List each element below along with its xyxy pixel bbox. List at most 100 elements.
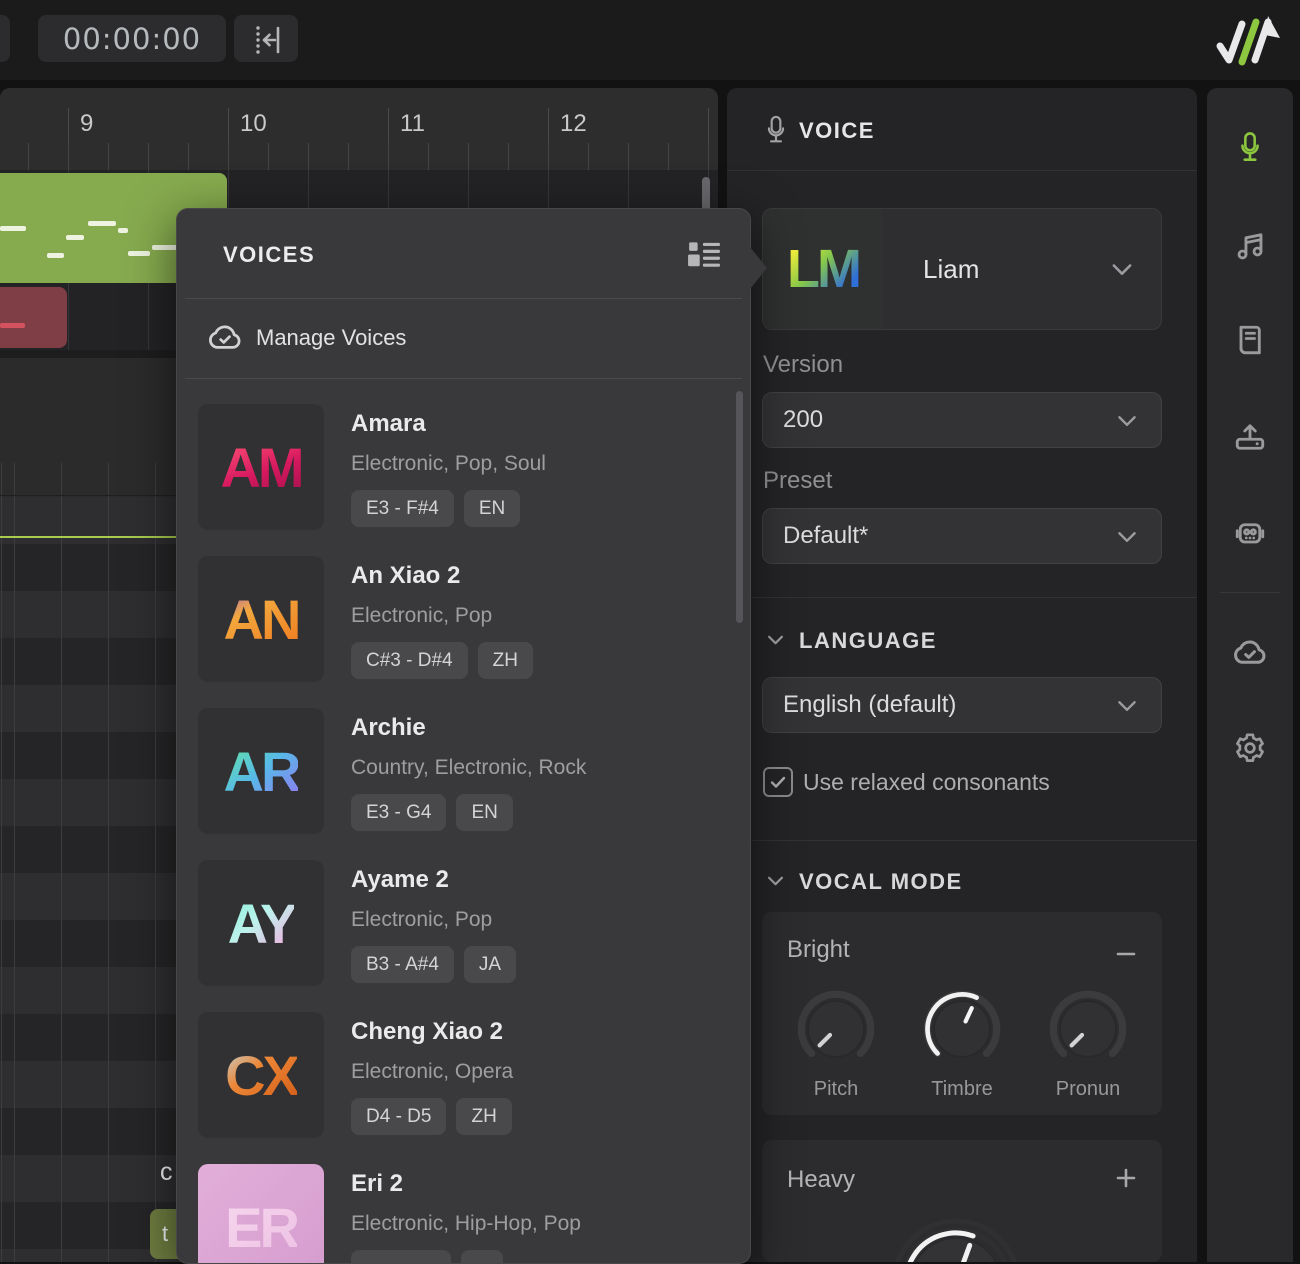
microphone-icon (1236, 130, 1264, 166)
robot-icon (1232, 515, 1268, 551)
note-preview (0, 323, 25, 328)
relaxed-consonants-label: Use relaxed consonants (803, 769, 1050, 796)
relaxed-consonants-checkbox[interactable] (763, 767, 793, 797)
sidebar-dictionary-tab[interactable] (1225, 315, 1275, 365)
sidebar-notes-tab[interactable] (1225, 220, 1275, 270)
heavy-main-knob[interactable] (762, 1178, 1162, 1262)
voice-list-item[interactable]: AN An Xiao 2 Electronic, Pop C#3 - D#4ZH (198, 556, 728, 682)
manage-voices-item[interactable]: Manage Voices (177, 299, 750, 377)
bar-number: 10 (240, 110, 267, 138)
voice-avatar: AR (198, 708, 324, 834)
voice-genres: Electronic, Hip-Hop, Pop (351, 1212, 581, 1236)
voice-tags: D4 - D5ZH (351, 1098, 522, 1135)
version-value: 200 (783, 406, 1117, 434)
chevron-down-icon (1111, 262, 1133, 276)
voice-range-tag: C#3 - D#4 (351, 642, 468, 679)
minus-icon[interactable] (1114, 942, 1138, 966)
knob-row: Pitch Timbre Pronun (762, 987, 1162, 1101)
voice-range-tag: E3 - F#4 (351, 490, 454, 527)
voice-selector[interactable]: LM Liam (762, 208, 1162, 330)
sidebar-divider (1220, 592, 1280, 593)
voice-list-item[interactable]: AR Archie Country, Electronic, Rock E3 -… (198, 708, 728, 834)
timbre-knob[interactable]: Timbre (920, 987, 1004, 1101)
vocal-clip-red[interactable] (0, 287, 67, 348)
upload-icon (1232, 419, 1268, 455)
vocal-mode-bright-card: Bright Pitch Timbre (762, 912, 1162, 1115)
list-view-icon[interactable] (687, 240, 721, 268)
collapse-chevron-icon[interactable] (767, 634, 784, 645)
music-notes-icon (1232, 227, 1268, 263)
divider (727, 170, 1197, 171)
divider (727, 840, 1197, 841)
note-preview (66, 235, 84, 240)
preset-label: Preset (763, 467, 832, 495)
voice-list-item[interactable]: AY Ayame 2 Electronic, Pop B3 - A#4JA (198, 860, 728, 986)
voice-lang-tag: EN (456, 794, 512, 831)
voice-genres: Electronic, Pop, Soul (351, 452, 546, 476)
language-value: English (default) (783, 691, 1117, 719)
check-icon (770, 776, 786, 789)
voice-range-tag: B3 - A#4 (351, 946, 454, 983)
bar-number: 9 (80, 110, 93, 138)
voice-tags: E3 - G4 EN (351, 794, 523, 831)
preset-dropdown[interactable]: Default* (762, 508, 1162, 564)
tool-sidebar (1207, 88, 1293, 1262)
collapse-chevron-icon[interactable] (767, 875, 784, 886)
sidebar-voice-tab[interactable] (1225, 123, 1275, 173)
voice-list-item[interactable]: CX Cheng Xiao 2 Electronic, Opera D4 - D… (198, 1012, 728, 1138)
note-preview (0, 226, 26, 231)
voices-popup: VOICES Manage Voices AM Amara Electronic… (176, 208, 751, 1264)
partial-toolbar-button[interactable] (0, 15, 10, 62)
voice-name: Amara (351, 410, 426, 438)
voices-popup-title: VOICES (223, 242, 315, 268)
vocal-mode-section-title[interactable]: VOCAL MODE (799, 869, 963, 895)
voice-list-item[interactable]: AM Amara Electronic, Pop, Soul E3 - F#4E… (198, 404, 728, 530)
timecode-display[interactable]: 00:00:00 (38, 15, 226, 62)
voice-lang-tag: JA (464, 946, 516, 983)
voice-lang-tag: ZH (456, 1098, 511, 1135)
pitch-knob[interactable]: Pitch (794, 987, 878, 1101)
manage-voices-label: Manage Voices (256, 325, 406, 351)
timbre-knob-label: Timbre (920, 1078, 1004, 1101)
voice-name: Cheng Xiao 2 (351, 1018, 503, 1046)
sidebar-cloud-tab[interactable] (1225, 627, 1275, 677)
selected-voice-avatar: LM (763, 209, 883, 329)
voice-initials: LM (787, 238, 859, 300)
vocal-mode-heavy-card: Heavy (762, 1140, 1162, 1262)
language-section-title[interactable]: LANGUAGE (799, 628, 937, 654)
voice-avatar-letters: AN (224, 587, 299, 652)
sidebar-ai-tab[interactable] (1225, 508, 1275, 558)
jump-to-marker-button[interactable] (234, 15, 298, 62)
note-preview (88, 221, 116, 226)
version-dropdown[interactable]: 200 (762, 392, 1162, 448)
voice-range-tag: E3 - G4 (351, 794, 446, 831)
note-lyric: t (162, 1221, 168, 1246)
voice-avatar-letters: CX (225, 1043, 297, 1108)
voices-popup-arrow (750, 247, 767, 289)
voice-avatar-letters: AY (228, 891, 295, 956)
voice-lang-tag: ZH (478, 642, 533, 679)
timeline-ruler[interactable]: 9 10 11 12 (0, 88, 718, 170)
voice-list-item[interactable]: ER Eri 2 Electronic, Hip-Hop, Pop (198, 1164, 728, 1264)
voice-avatar: CX (198, 1012, 324, 1138)
voice-name: Archie (351, 714, 426, 742)
cloud-check-icon (205, 321, 245, 353)
chevron-down-icon (1117, 414, 1137, 427)
pronun-knob[interactable]: Pronun (1046, 987, 1130, 1101)
sidebar-settings-tab[interactable] (1225, 723, 1275, 773)
sidebar-export-tab[interactable] (1225, 412, 1275, 462)
bar-number: 12 (560, 110, 587, 138)
voice-avatar-letters: ER (225, 1195, 297, 1260)
voice-name: An Xiao 2 (351, 562, 460, 590)
lyric-text: c (160, 1158, 173, 1187)
voice-genres: Electronic, Pop (351, 908, 492, 932)
version-label: Version (763, 351, 843, 379)
voice-tags: E3 - F#4EN (351, 490, 530, 527)
knob-dial (920, 987, 1004, 1071)
ruler-minor-ticks (0, 143, 718, 170)
language-dropdown[interactable]: English (default) (762, 677, 1162, 733)
gear-icon (1232, 730, 1268, 766)
jump-to-marker-icon (248, 21, 284, 57)
bright-label: Bright (787, 936, 850, 964)
voices-popup-scrollbar[interactable] (736, 391, 743, 623)
